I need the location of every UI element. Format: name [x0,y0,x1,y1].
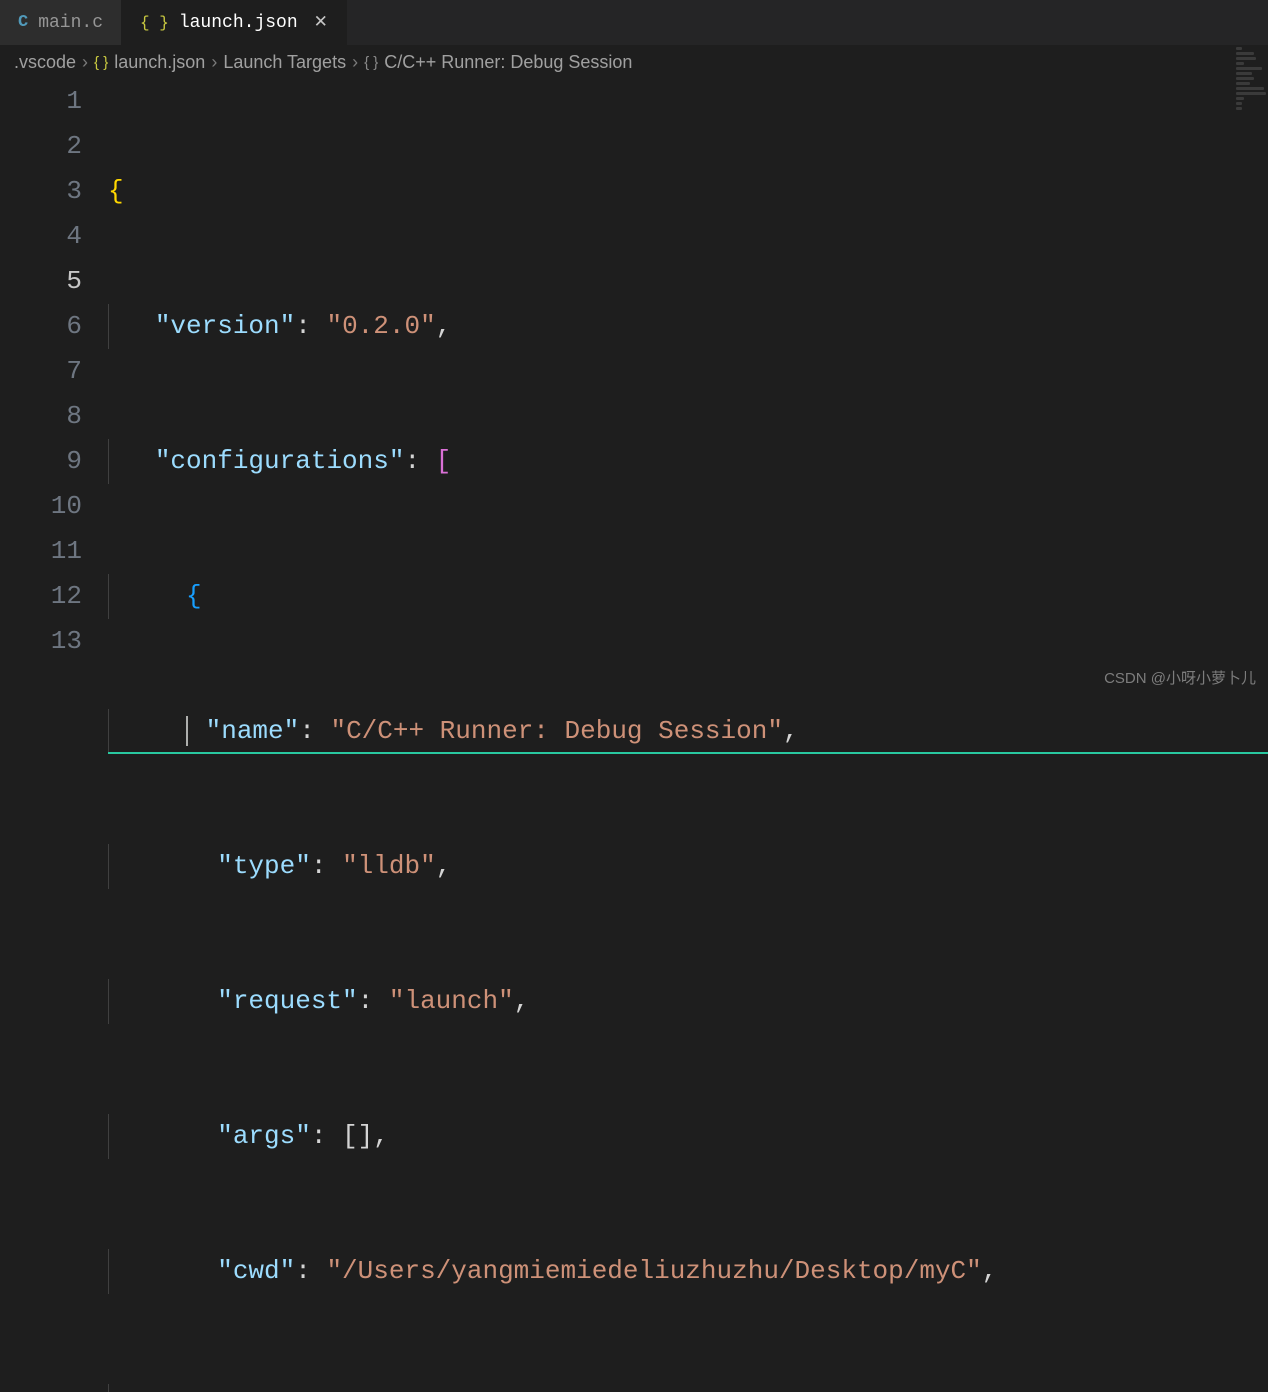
watermark: CSDN @小呀小萝卜儿 [1104,667,1256,688]
chevron-right-icon: › [352,52,358,73]
code-line[interactable]: "version": "0.2.0", [108,304,1268,349]
token-bracket: [ [436,446,452,476]
breadcrumb-file[interactable]: launch.json [114,52,205,73]
breadcrumb[interactable]: .vscode › { } launch.json › Launch Targe… [0,45,1268,79]
token-bracket: [] [342,1121,373,1151]
line-numbers: 1 2 3 4 5 6 7 8 9 10 11 12 13 [0,79,108,1392]
code-line[interactable]: "cwd": "/Users/yangmiemiedeliuzhuzhu/Des… [108,1249,1268,1294]
object-icon: { } [364,54,378,71]
token-punc: : [358,986,389,1016]
token-key: "type" [217,851,311,881]
line-number: 12 [0,574,82,619]
line-number: 3 [0,169,82,214]
token-string: "/Users/yangmiemiedeliuzhuzhu/Desktop/my… [326,1256,981,1286]
breadcrumb-symbol[interactable]: C/C++ Runner: Debug Session [384,52,632,73]
token-punc: : [358,1391,389,1392]
token-string-underlined: "${fileDirname}/${fileBasenameNoExtensio… [389,1391,1060,1392]
token-punc: , [783,716,799,746]
token-key: "configurations" [155,446,405,476]
token-punc: : [311,851,342,881]
line-number: 10 [0,484,82,529]
token-punc: , [982,1256,998,1286]
token-key: "cwd" [217,1256,295,1286]
token-brace: { [108,176,124,206]
token-punc: : [404,446,435,476]
token-punc: : [299,716,330,746]
token-punc: , [436,311,452,341]
cursor [186,716,188,746]
tab-launch-json[interactable]: { } launch.json ✕ [122,0,347,45]
tab-label: main.c [38,13,103,33]
json-file-icon: { } [140,14,169,32]
c-file-icon: C [18,13,28,32]
token-string: "C/C++ Runner: Debug Session" [330,716,782,746]
line-number: 4 [0,214,82,259]
token-punc: : [295,311,326,341]
line-number: 9 [0,439,82,484]
minimap[interactable] [1232,45,1268,585]
chevron-right-icon: › [211,52,217,73]
token-string: "0.2.0" [326,311,435,341]
code-line[interactable]: { [108,169,1268,214]
code-content[interactable]: { "version": "0.2.0", "configurations": … [108,79,1268,1392]
token-string: "lldb" [342,851,436,881]
line-number: 11 [0,529,82,574]
token-punc: , [514,986,530,1016]
token-string: "launch" [389,986,514,1016]
token-punc: : [295,1256,326,1286]
chevron-right-icon: › [82,52,88,73]
line-number: 5 [0,259,82,304]
line-number: 8 [0,394,82,439]
line-number: 2 [0,124,82,169]
line-number: 6 [0,304,82,349]
breadcrumb-symbol[interactable]: Launch Targets [223,52,346,73]
token-key: "program" [217,1391,357,1392]
json-file-icon: { } [94,54,108,71]
code-line[interactable]: "type": "lldb", [108,844,1268,889]
line-number: 7 [0,349,82,394]
code-line-active[interactable]: "name": "C/C++ Runner: Debug Session", [108,709,1268,754]
token-key: "request" [217,986,357,1016]
token-key: "name" [206,716,300,746]
code-line[interactable]: "configurations": [ [108,439,1268,484]
line-number: 13 [0,619,82,664]
code-line[interactable]: "request": "launch", [108,979,1268,1024]
token-punc: , [436,851,452,881]
code-line[interactable]: "program": "${fileDirname}/${fileBasenam… [108,1384,1268,1392]
tab-bar: C main.c { } launch.json ✕ [0,0,1268,45]
token-brace: { [186,581,202,611]
code-editor[interactable]: 1 2 3 4 5 6 7 8 9 10 11 12 13 { "version… [0,79,1268,1392]
tab-main-c[interactable]: C main.c [0,0,122,45]
token-punc: : [311,1121,342,1151]
code-line[interactable]: "args": [], [108,1114,1268,1159]
tab-label: launch.json [179,13,298,33]
breadcrumb-folder[interactable]: .vscode [14,52,76,73]
token-key: "version" [155,311,295,341]
token-punc: , [373,1121,389,1151]
line-number: 1 [0,79,82,124]
close-icon[interactable]: ✕ [314,12,328,33]
token-key: "args" [217,1121,311,1151]
code-line[interactable]: { [108,574,1268,619]
